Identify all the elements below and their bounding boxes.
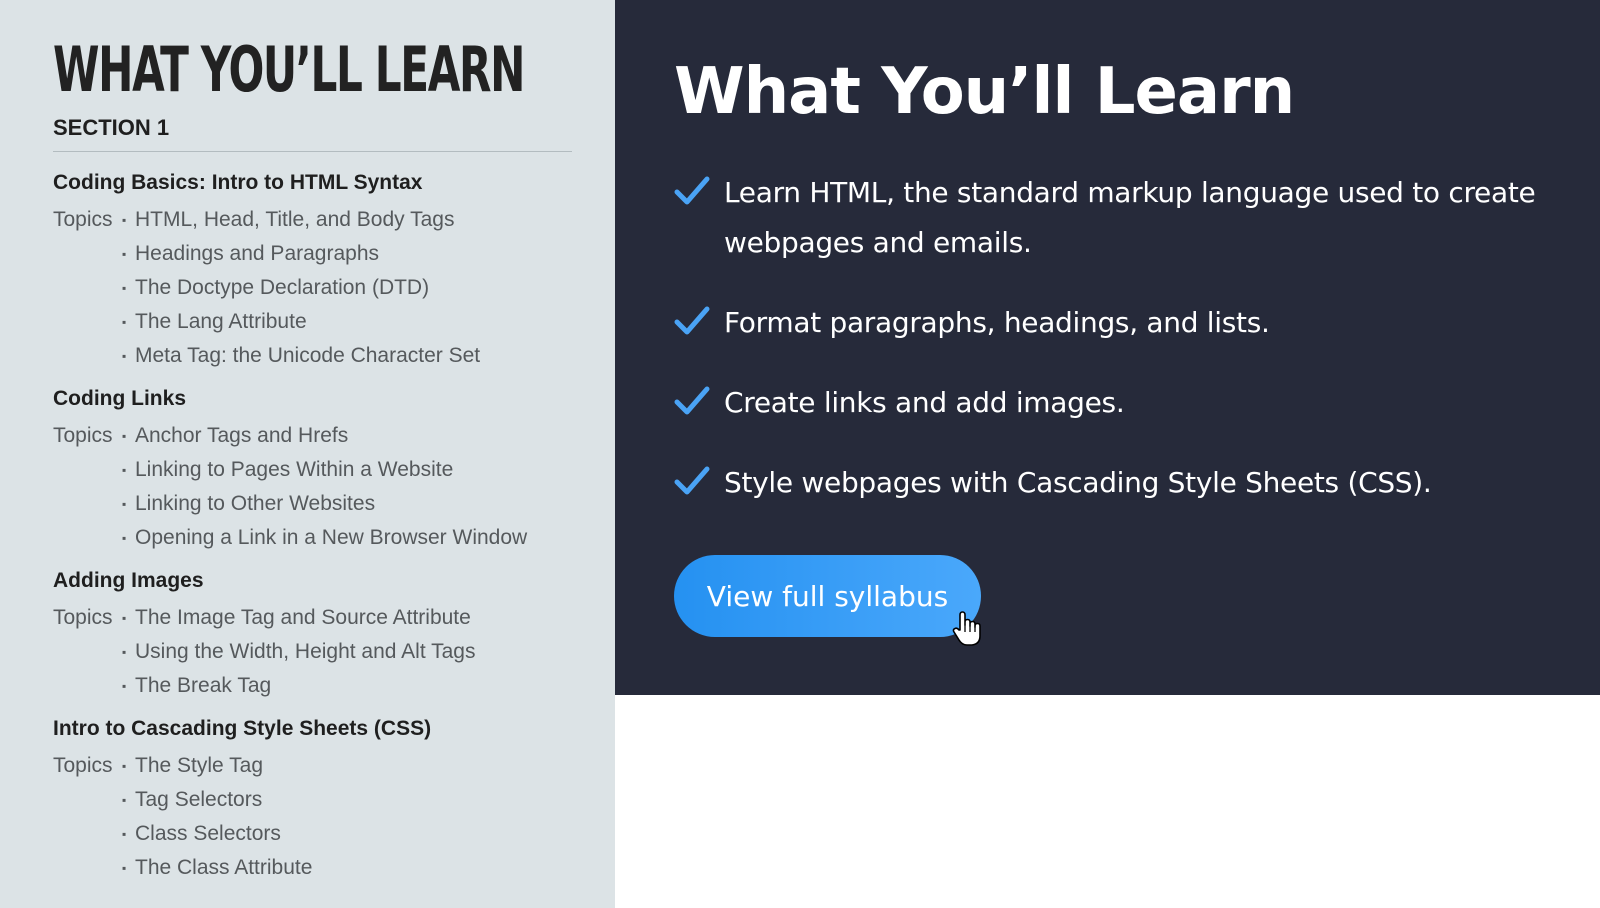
benefit-text: Create links and add images. (724, 386, 1125, 419)
bullet-icon: ▪ (122, 247, 127, 261)
topic-item: ▪ Headings and Paragraphs (53, 237, 615, 271)
topics-label (53, 305, 122, 339)
topic-item: Topics ▪ The Style Tag (53, 749, 615, 783)
module-title: Adding Images (53, 569, 204, 592)
bullet-icon: ▪ (122, 861, 127, 875)
checkmark-icon (674, 176, 710, 205)
syllabus-module: Coding Links Topics ▪ Anchor Tags and Hrefs… (53, 386, 615, 555)
topics-label: Topics (53, 424, 113, 447)
bullet-icon: ▪ (122, 349, 127, 363)
benefit-item: Create links and add images. (674, 378, 1600, 428)
topic-item: Topics ▪ Anchor Tags and Hrefs (53, 419, 615, 453)
topics-label: Topics (53, 208, 113, 231)
topics-label (53, 521, 122, 555)
topics-label (53, 669, 122, 703)
topics-label: Topics (53, 754, 113, 777)
topic-text: Linking to Other Websites (135, 492, 376, 515)
topic-text: Anchor Tags and Hrefs (135, 424, 349, 447)
bullet-icon: ▪ (122, 213, 127, 227)
topics-label (53, 635, 122, 669)
topics-label (53, 237, 122, 271)
topics-label: Topics (53, 606, 113, 629)
bullet-icon: ▪ (122, 645, 127, 659)
bullet-icon: ▪ (122, 281, 127, 295)
topic-item: ▪ Opening a Link in a New Browser Window (53, 521, 615, 555)
topics-label (53, 783, 122, 817)
bullet-icon: ▪ (122, 679, 127, 693)
checkmark-icon (674, 306, 710, 335)
topics-label (53, 851, 122, 885)
topic-item: ▪ Tag Selectors (53, 783, 615, 817)
overview-title: What You’ll Learn (674, 55, 1295, 129)
bullet-icon: ▪ (122, 827, 127, 841)
syllabus-panel: WHAT YOU’LL LEARN SECTION 1 Coding Basic… (0, 0, 615, 908)
overview-panel: What You’ll Learn Learn HTML, the standa… (615, 0, 1600, 695)
topic-text: The Lang Attribute (135, 310, 307, 333)
topic-text: Opening a Link in a New Browser Window (135, 526, 528, 549)
checkmark-icon (674, 386, 710, 415)
checkmark-icon (674, 466, 710, 495)
topics-label (53, 487, 122, 521)
topic-text: Using the Width, Height and Alt Tags (135, 640, 476, 663)
topic-text: The Image Tag and Source Attribute (135, 606, 471, 629)
bullet-icon: ▪ (122, 793, 127, 807)
benefit-text: Format paragraphs, headings, and lists. (724, 306, 1270, 339)
topic-text: Class Selectors (135, 822, 281, 845)
benefit-text: Learn HTML, the standard markup language… (724, 176, 1536, 259)
topic-text: The Class Attribute (135, 856, 313, 879)
topic-item: ▪ The Break Tag (53, 669, 615, 703)
topic-item: Topics ▪ HTML, Head, Title, and Body Tags (53, 203, 615, 237)
benefit-item: Format paragraphs, headings, and lists. (674, 298, 1600, 348)
topic-item: ▪ The Doctype Declaration (DTD) (53, 271, 615, 305)
bullet-icon: ▪ (122, 463, 127, 477)
topic-item: ▪ Linking to Pages Within a Website (53, 453, 615, 487)
bullet-icon: ▪ (122, 611, 127, 625)
topic-item: ▪ The Lang Attribute (53, 305, 615, 339)
topic-text: The Style Tag (135, 754, 264, 777)
topic-text: The Doctype Declaration (DTD) (135, 276, 430, 299)
section-divider (53, 151, 572, 152)
topic-text: The Break Tag (135, 674, 272, 697)
benefit-item: Style webpages with Cascading Style Shee… (674, 458, 1600, 508)
module-title: Coding Basics: Intro to HTML Syntax (53, 171, 423, 194)
topic-text: Headings and Paragraphs (135, 242, 380, 265)
topic-text: Linking to Pages Within a Website (135, 458, 454, 481)
module-title: Coding Links (53, 387, 186, 410)
module-title: Intro to Cascading Style Sheets (CSS) (53, 717, 432, 740)
topic-item: ▪ Linking to Other Websites (53, 487, 615, 521)
hand-pointer-icon (952, 611, 981, 646)
course-page: WHAT YOU’LL LEARN SECTION 1 Coding Basic… (0, 0, 1600, 908)
topics-label (53, 271, 122, 305)
benefit-text: Style webpages with Cascading Style Shee… (724, 466, 1432, 499)
section-label: SECTION 1 (53, 115, 170, 140)
topic-item: ▪ The Class Attribute (53, 851, 615, 885)
view-full-syllabus-button[interactable]: View full syllabus (674, 555, 981, 637)
topics-label (53, 339, 122, 373)
topic-text: Tag Selectors (135, 788, 263, 811)
module-list: Coding Basics: Intro to HTML Syntax Topic… (53, 170, 615, 885)
bullet-icon: ▪ (122, 531, 127, 545)
topic-item: Topics ▪ The Image Tag and Source Attribut… (53, 601, 615, 635)
benefit-list: Learn HTML, the standard markup language… (674, 168, 1600, 508)
benefit-item: Learn HTML, the standard markup language… (674, 168, 1600, 268)
bullet-icon: ▪ (122, 315, 127, 329)
bullet-icon: ▪ (122, 497, 127, 511)
syllabus-title: WHAT YOU’LL LEARN (53, 33, 525, 106)
topics-label (53, 453, 122, 487)
topic-item: ▪ Class Selectors (53, 817, 615, 851)
bullet-icon: ▪ (122, 429, 127, 443)
topic-item: ▪ Meta Tag: the Unicode Character Set (53, 339, 615, 373)
topic-item: ▪ Using the Width, Height and Alt Tags (53, 635, 615, 669)
topic-text: HTML, Head, Title, and Body Tags (135, 208, 455, 231)
bullet-icon: ▪ (122, 759, 127, 773)
syllabus-module: Adding Images Topics ▪ The Image Tag and So… (53, 568, 615, 703)
topics-label (53, 817, 122, 851)
syllabus-module: Intro to Cascading Style Sheets (CSS) Top… (53, 716, 615, 885)
topic-text: Meta Tag: the Unicode Character Set (135, 344, 481, 367)
syllabus-module: Coding Basics: Intro to HTML Syntax Topic… (53, 170, 615, 373)
